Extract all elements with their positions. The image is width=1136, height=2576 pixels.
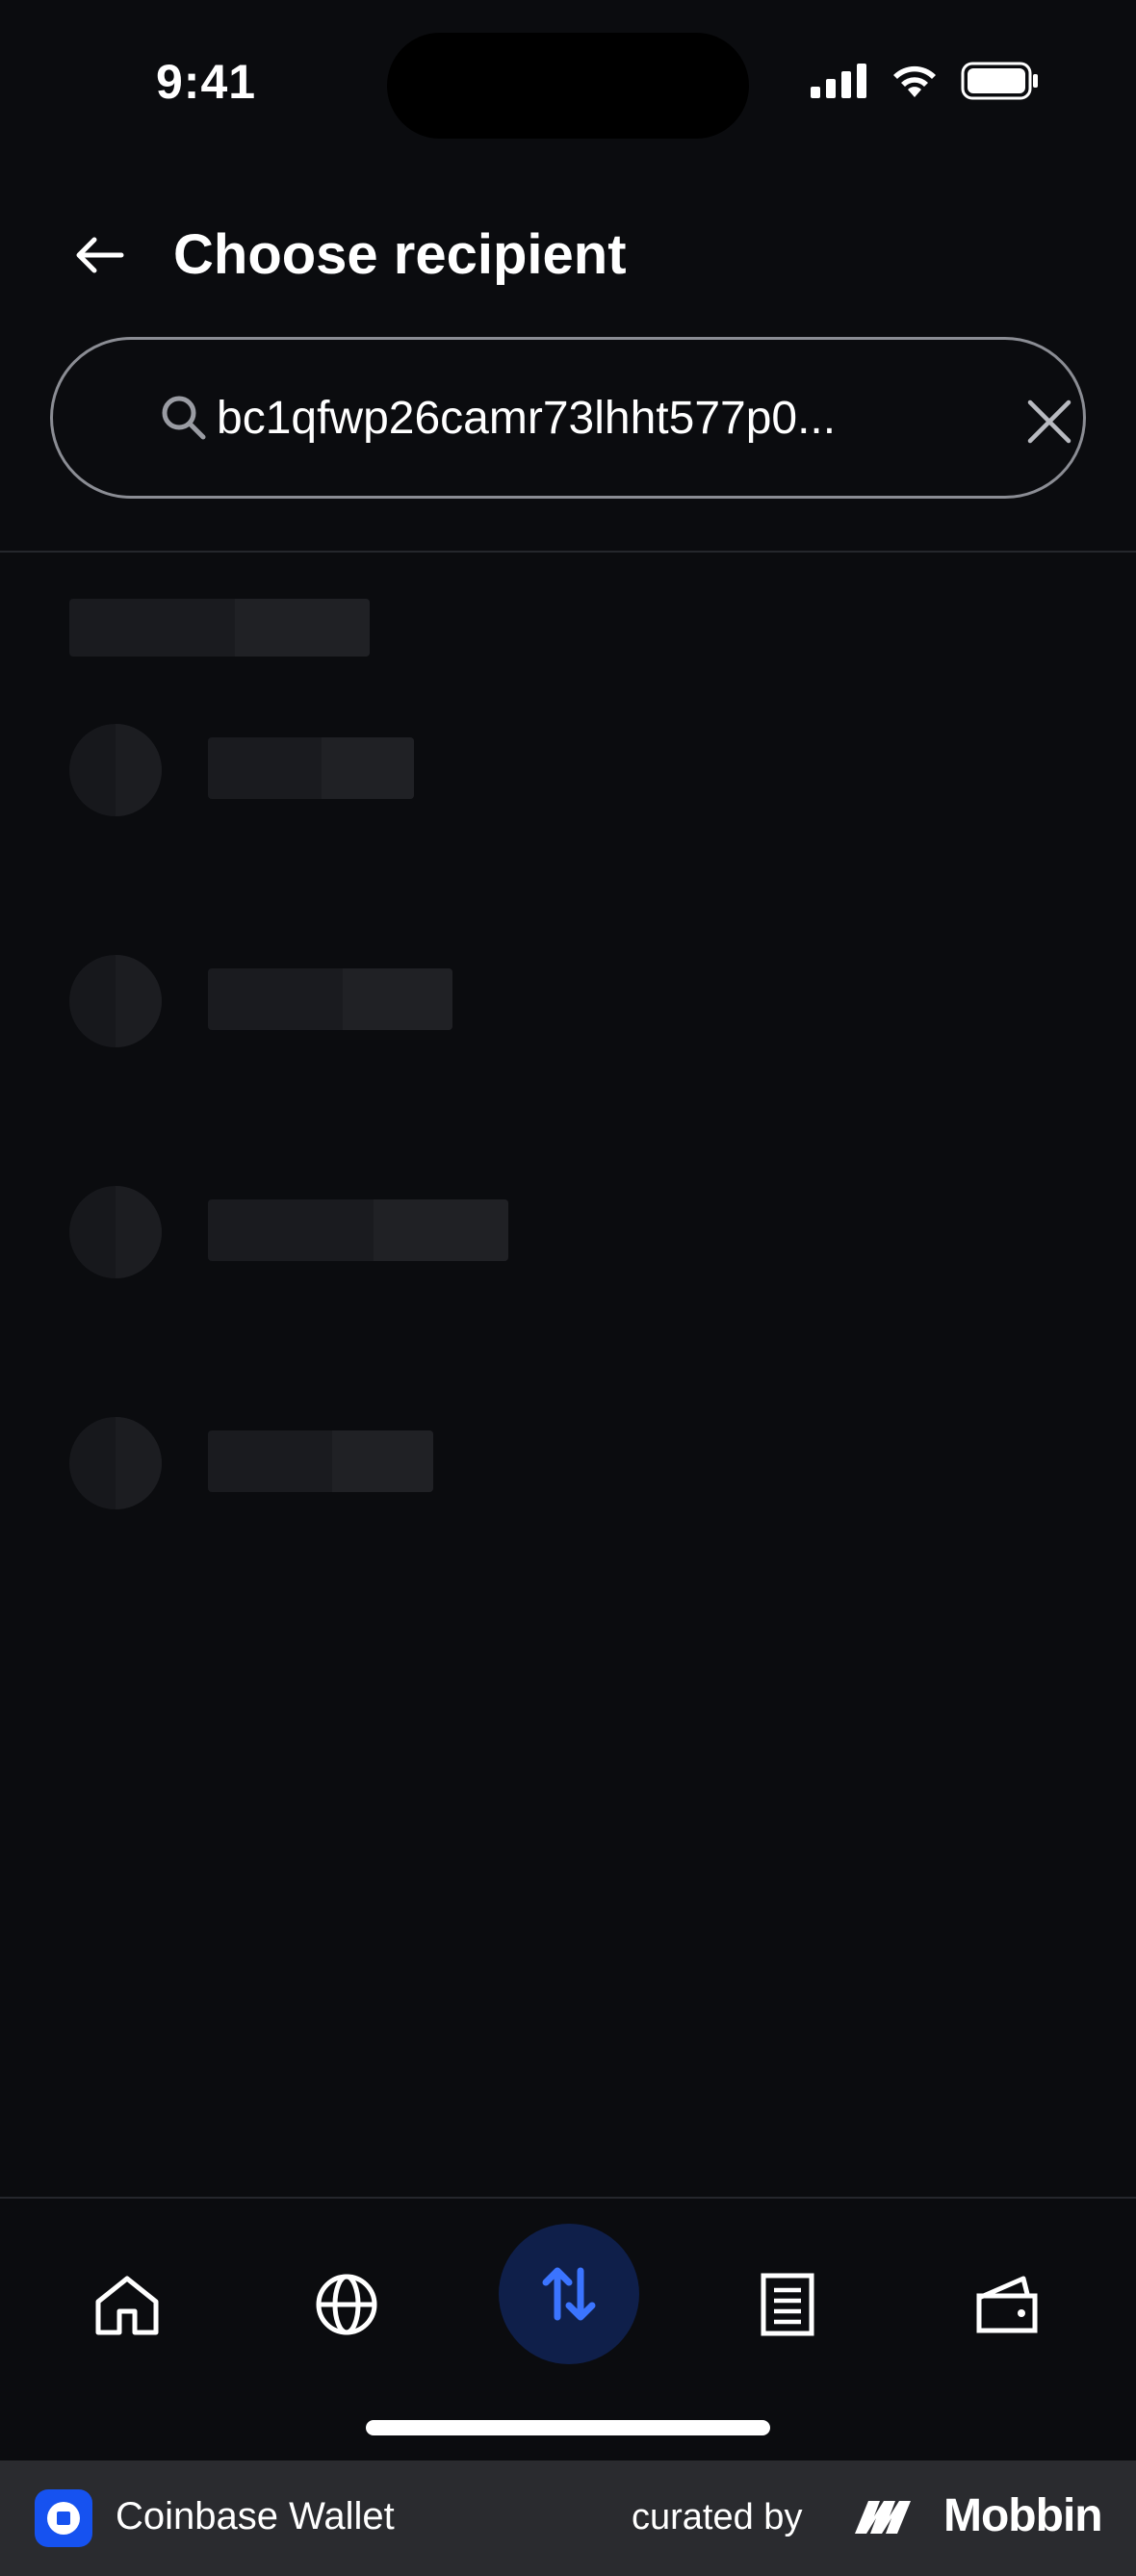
skeleton-avatar [69, 955, 162, 1047]
clear-search-button[interactable] [1016, 388, 1083, 455]
globe-icon [316, 2274, 377, 2335]
skeleton-line [208, 1430, 433, 1492]
tab-wallet[interactable] [959, 2256, 1055, 2353]
status-icons [811, 62, 1040, 100]
arrow-left-icon [76, 237, 124, 273]
wallet-icon [976, 2276, 1038, 2333]
battery-icon [961, 62, 1038, 100]
skeleton-line [208, 737, 414, 799]
search-icon [162, 396, 206, 440]
mobbin-logo: Mobbin [853, 2489, 1103, 2542]
search-field[interactable]: bc1qfwp26camr73lhht577p0... [50, 337, 1086, 499]
tab-home[interactable] [79, 2256, 175, 2353]
mobbin-mark-icon [855, 2500, 911, 2534]
dynamic-island [387, 33, 749, 139]
tab-send-receive[interactable] [499, 2224, 639, 2364]
coinbase-logo-icon [35, 2489, 92, 2547]
footer-banner: Coinbase Wallet curated by Mobbin [0, 2460, 1136, 2576]
document-icon [761, 2273, 814, 2336]
search-input[interactable]: bc1qfwp26camr73lhht577p0... [217, 378, 948, 459]
status-time: 9:41 [156, 55, 257, 109]
mobbin-brand: Mobbin [943, 2490, 1103, 2541]
skeleton-avatar [69, 1186, 162, 1278]
page-title: Choose recipient [173, 223, 627, 286]
arrows-up-down-icon [542, 2267, 596, 2321]
skeleton-avatar [69, 724, 162, 816]
tab-bar [0, 2199, 1136, 2391]
back-button[interactable] [62, 221, 139, 289]
tab-browser[interactable] [298, 2256, 395, 2353]
skeleton-avatar [69, 1417, 162, 1509]
home-icon [95, 2276, 159, 2335]
home-indicator [366, 2420, 770, 2435]
status-bar: 9:41 [0, 0, 1136, 173]
close-icon [1027, 399, 1071, 444]
curated-by-label: curated by [632, 2497, 803, 2537]
cellular-signal-icon [811, 64, 866, 98]
skeleton-section-header [69, 599, 370, 657]
tab-activity[interactable] [739, 2256, 836, 2353]
skeleton-line [208, 1199, 508, 1261]
wifi-icon [893, 65, 936, 97]
divider [0, 551, 1136, 553]
header: Choose recipient [0, 193, 1136, 318]
skeleton-line [208, 968, 452, 1030]
app-name: Coinbase Wallet [116, 2495, 395, 2537]
